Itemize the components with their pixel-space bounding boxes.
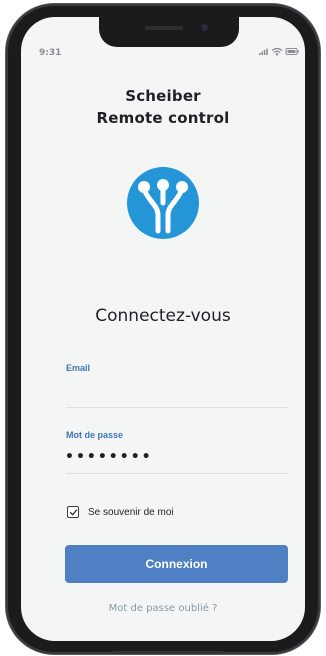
forgot-password-link[interactable]: Mot de passe oublié ? xyxy=(21,603,305,614)
device-notch xyxy=(99,17,239,47)
earpiece-speaker xyxy=(145,26,183,30)
remember-me-checkbox[interactable] xyxy=(67,506,79,518)
remember-me-option[interactable]: Se souvenir de moi xyxy=(67,505,174,519)
email-field[interactable] xyxy=(65,379,287,399)
front-camera xyxy=(201,24,208,31)
status-time: 9:31 xyxy=(39,48,62,58)
phone-frame: 9:31 Scheiber Remote control Connectez-v… xyxy=(6,4,320,654)
home-indicator xyxy=(113,651,225,654)
cellular-signal-icon xyxy=(259,48,268,55)
remember-me-label: Se souvenir de moi xyxy=(88,506,174,518)
email-underline xyxy=(66,407,288,408)
login-heading: Connectez-vous xyxy=(95,306,231,326)
battery-icon xyxy=(285,48,299,55)
app-title-line-1: Scheiber xyxy=(125,87,201,105)
password-label: Mot de passe xyxy=(66,430,124,440)
wifi-icon xyxy=(271,47,283,56)
app-title-line-2: Remote control xyxy=(96,109,230,127)
status-icons xyxy=(259,47,299,56)
scheiber-logo-icon xyxy=(127,167,199,239)
email-label: Email xyxy=(66,363,91,373)
app-title: Scheiber Remote control xyxy=(21,85,305,129)
checkmark-icon xyxy=(69,508,77,515)
app-screen: 9:31 Scheiber Remote control Connectez-v… xyxy=(21,17,305,641)
login-button[interactable]: Connexion xyxy=(65,545,288,583)
password-underline xyxy=(66,473,288,474)
password-field[interactable]: •••••••• xyxy=(65,449,287,469)
